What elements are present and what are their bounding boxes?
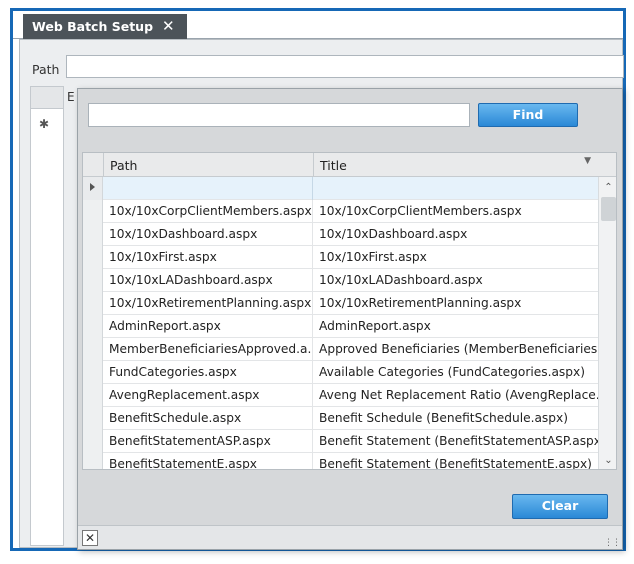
column-header-title[interactable]: Title ▼: [313, 153, 597, 177]
cell-title: 10x/10xRetirementPlanning.aspx: [319, 296, 522, 310]
path-input[interactable]: [66, 55, 624, 78]
tab-close-icon[interactable]: ✕: [162, 17, 175, 35]
cell-path: BenefitSchedule.aspx: [103, 407, 313, 430]
row-selector[interactable]: [83, 223, 103, 246]
filter-row[interactable]: [83, 177, 598, 200]
cell-path: BenefitStatementE.aspx: [103, 453, 313, 469]
tab-strip: Web Batch Setup ✕: [13, 11, 623, 40]
app-frame: Web Batch Setup ✕ Path E ✱ P Find Path T…: [10, 8, 626, 551]
cell-title: Approved Beneficiaries (MemberBeneficiar…: [319, 342, 598, 356]
filter-cell-title[interactable]: [313, 177, 598, 200]
filter-cell-path[interactable]: [103, 177, 313, 200]
row-selector[interactable]: [83, 246, 103, 269]
row-selector[interactable]: [83, 453, 103, 469]
row-selector[interactable]: [83, 200, 103, 223]
cell-title: Benefit Statement (BenefitStatementASP.a…: [319, 434, 598, 448]
find-button[interactable]: Find: [478, 103, 578, 127]
table-row[interactable]: 10x/10xLADashboard.aspx 10x/10xLADashboar…: [83, 269, 598, 292]
column-header-path[interactable]: Path: [103, 153, 313, 177]
tab-label: Web Batch Setup: [32, 19, 154, 34]
row-selector[interactable]: [83, 361, 103, 384]
table-row[interactable]: BenefitStatementASP.aspx Benefit Statemen…: [83, 430, 598, 453]
row-indicator: [83, 177, 103, 200]
row-selector[interactable]: [83, 407, 103, 430]
row-selector[interactable]: [83, 315, 103, 338]
cell-path: FundCategories.aspx: [103, 361, 313, 384]
cell-title: Benefit Schedule (BenefitSchedule.aspx): [319, 411, 568, 425]
table-row[interactable]: MemberBeneficiariesApproved.a... Approved…: [83, 338, 598, 361]
cell-title: 10x/10xFirst.aspx: [319, 250, 427, 264]
cell-path: AvengReplacement.aspx: [103, 384, 313, 407]
table-row[interactable]: BenefitSchedule.aspx Benefit Schedule (Be…: [83, 407, 598, 430]
filter-icon[interactable]: ▼: [584, 156, 591, 166]
cell-title: 10x/10xCorpClientMembers.aspx: [319, 204, 522, 218]
popup-footer: ✕ ⋮⋮: [78, 525, 622, 549]
cell-path: AdminReport.aspx: [103, 315, 313, 338]
background-grid: E ✱: [30, 86, 75, 546]
cell-title: Aveng Net Replacement Ratio (AvengReplac…: [319, 388, 598, 402]
table-row[interactable]: AvengReplacement.aspx Aveng Net Replaceme…: [83, 384, 598, 407]
scroll-up-icon[interactable]: ⌃: [599, 179, 616, 196]
background-grid-column-partial: E: [67, 90, 75, 104]
cell-path: 10x/10xDashboard.aspx: [103, 223, 313, 246]
table-row[interactable]: 10x/10xCorpClientMembers.aspx 10x/10xCorp…: [83, 200, 598, 223]
resize-grip-icon[interactable]: ⋮⋮: [604, 538, 621, 548]
row-selector[interactable]: [83, 384, 103, 407]
cell-title: Available Categories (FundCategories.asp…: [319, 365, 585, 379]
vertical-scrollbar[interactable]: ⌃ ⌄: [598, 177, 616, 469]
row-selector[interactable]: [83, 269, 103, 292]
column-header-title-label: Title: [320, 158, 347, 173]
clear-button[interactable]: Clear: [512, 494, 608, 519]
cell-title: Benefit Statement (BenefitStatementE.asp…: [319, 457, 592, 470]
cell-path: BenefitStatementASP.aspx: [103, 430, 313, 453]
scroll-down-icon[interactable]: ⌄: [599, 452, 616, 469]
results-grid: Path Title ▼ 10x/10xCorpClientMembers.as…: [82, 152, 617, 470]
new-row-icon: ✱: [39, 117, 50, 131]
path-label: Path: [32, 62, 60, 77]
row-selector[interactable]: [83, 338, 103, 361]
table-row[interactable]: AdminReport.aspx AdminReport.aspx: [83, 315, 598, 338]
scroll-thumb[interactable]: [601, 197, 616, 221]
table-row[interactable]: 10x/10xRetirementPlanning.aspx 10x/10xRet…: [83, 292, 598, 315]
cell-path: 10x/10xCorpClientMembers.aspx: [103, 200, 313, 223]
table-row[interactable]: FundCategories.aspx Available Categories …: [83, 361, 598, 384]
table-row[interactable]: 10x/10xFirst.aspx 10x/10xFirst.aspx: [83, 246, 598, 269]
current-row-arrow-icon: [90, 183, 95, 191]
cell-title: 10x/10xDashboard.aspx: [319, 227, 468, 241]
cell-path: 10x/10xLADashboard.aspx: [103, 269, 313, 292]
search-input[interactable]: [88, 103, 470, 127]
tab-web-batch-setup[interactable]: Web Batch Setup ✕: [23, 14, 187, 40]
grid-header: Path Title ▼: [83, 153, 616, 177]
table-row[interactable]: 10x/10xDashboard.aspx 10x/10xDashboard.as…: [83, 223, 598, 246]
lookup-popup: Find Path Title ▼ 10x/10xCorpClientMembe…: [77, 88, 623, 550]
table-row[interactable]: BenefitStatementE.aspx Benefit Statement …: [83, 453, 598, 470]
cell-path: 10x/10xRetirementPlanning.aspx: [103, 292, 313, 315]
cell-title: 10x/10xLADashboard.aspx: [319, 273, 483, 287]
close-popup-icon[interactable]: ✕: [82, 530, 98, 546]
cell-title: AdminReport.aspx: [319, 319, 431, 333]
row-selector[interactable]: [83, 430, 103, 453]
cell-path: MemberBeneficiariesApproved.a...: [103, 338, 313, 361]
cell-path: 10x/10xFirst.aspx: [103, 246, 313, 269]
row-selector[interactable]: [83, 292, 103, 315]
background-grid-header: [31, 87, 63, 109]
